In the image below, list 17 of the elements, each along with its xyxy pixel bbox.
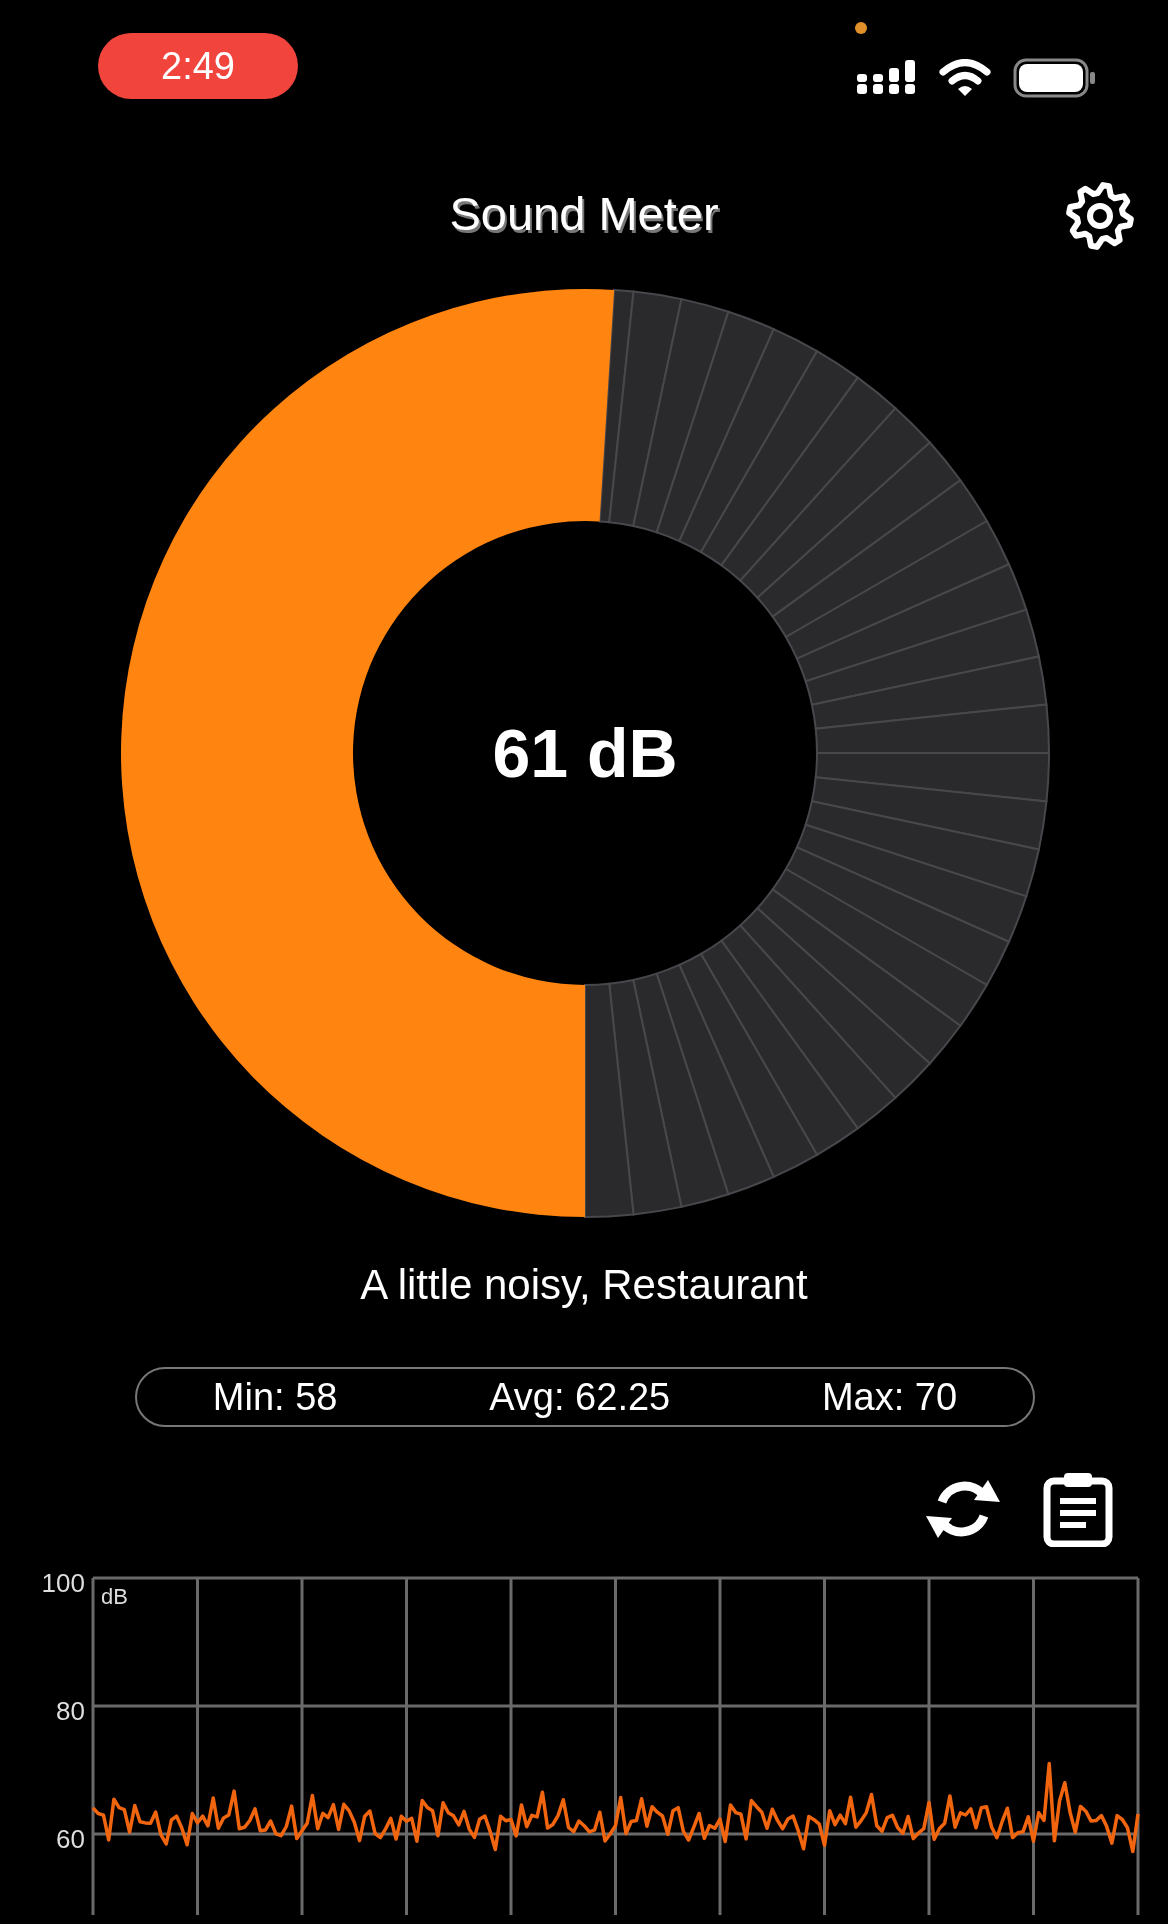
stat-value: Avg: 62.25	[489, 1375, 671, 1419]
privacy-dot-icon	[855, 22, 867, 34]
signal-icon	[857, 60, 917, 96]
wifi-icon	[939, 59, 991, 97]
stat-value: Max: 70	[821, 1375, 958, 1419]
settings-icon[interactable]	[1064, 180, 1136, 252]
stat-value: Min: 58	[212, 1375, 338, 1419]
screen-title: Sound Meter	[449, 185, 719, 241]
status-time: 2:49	[98, 33, 298, 99]
unit-label: dB	[101, 1584, 128, 1609]
noise-description: A little noisy, Restaurant	[359, 1261, 809, 1310]
clipboard-icon[interactable]	[1042, 1471, 1114, 1547]
battery-icon	[1013, 58, 1095, 98]
axis-label: 60	[56, 1824, 85, 1854]
axis-label: 100	[41, 1571, 85, 1598]
decibel-reading: 61 dB	[492, 714, 678, 792]
axis-label: 80	[56, 1696, 85, 1726]
